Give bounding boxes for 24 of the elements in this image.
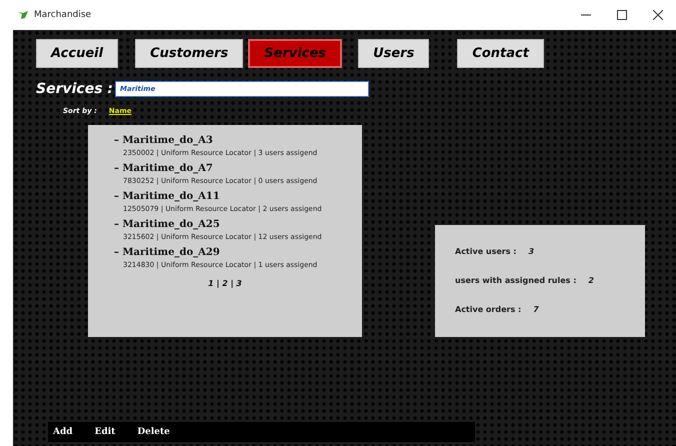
service-name[interactable]: – Maritime_do_A25 [114, 219, 362, 230]
stat-label: users with assigned rules : [455, 276, 576, 285]
nav-tab[interactable]: Contact [457, 39, 544, 68]
services-label: Services : [36, 81, 114, 97]
action-button[interactable]: Add [53, 427, 73, 437]
maximize-icon [617, 10, 627, 20]
pagination[interactable]: 1 | 2 | 3 [208, 279, 242, 288]
action-button[interactable]: Delete [137, 427, 170, 437]
nav-tab[interactable]: Customers [135, 39, 244, 68]
nav-tab[interactable]: Accueil [36, 39, 118, 68]
stat-label: Active orders : [455, 305, 522, 314]
close-icon [653, 10, 663, 20]
action-button[interactable]: Edit [94, 427, 116, 437]
service-name[interactable]: – Maritime_do_A11 [114, 191, 362, 202]
stat-value: 3 [528, 247, 534, 256]
stat-value: 2 [588, 276, 594, 285]
nav-tab[interactable]: Users [358, 39, 430, 68]
window-title: Marchandise [34, 10, 92, 20]
stat-label: Active users : [455, 247, 516, 256]
service-name[interactable]: – Maritime_do_A7 [114, 163, 362, 174]
stat-value: 7 [533, 305, 539, 314]
service-name[interactable]: – Maritime_do_A29 [114, 247, 362, 258]
leaf-icon [17, 10, 29, 20]
service-name[interactable]: – Maritime_do_A3 [114, 135, 362, 146]
